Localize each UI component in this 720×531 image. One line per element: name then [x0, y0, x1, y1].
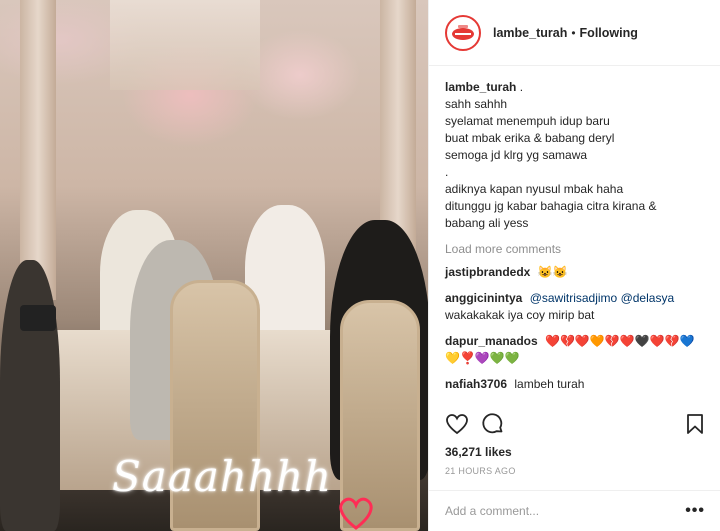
caption-line: sahh sahhh — [445, 97, 508, 111]
caption-username: lambe_turah . — [445, 80, 704, 94]
post-panel: lambe_turah • Following lambe_turah . sa… — [428, 0, 720, 531]
heart-sticker-icon — [339, 497, 373, 530]
comment-icon[interactable] — [481, 412, 505, 436]
avatar[interactable] — [445, 14, 481, 51]
header-username[interactable]: lambe_turah — [493, 26, 567, 40]
post-media[interactable]: Saaahhhh — [0, 0, 428, 531]
comments-list: lambe_turah . sahh sahhh syelamat menemp… — [429, 66, 720, 396]
comment-username[interactable]: jastipbrandedx — [445, 265, 530, 279]
comment-text: wakakakak iya coy mirip bat — [445, 308, 595, 322]
overlay-text: Saaahhhh — [112, 452, 333, 501]
comment-username[interactable]: dapur_manados — [445, 334, 538, 348]
caption-line: babang ali yess — [445, 216, 529, 230]
caption-line: syelamat menempuh idup baru — [445, 114, 610, 128]
comment-username[interactable]: anggicinintya — [445, 291, 522, 305]
caption-line: ditunggu jg kabar bahagia citra kirana & — [445, 199, 657, 213]
comment-item: dapur_manados ❤️💔❤️🧡💔❤️🖤❤️💔💙💛❣️💜💚💚 — [445, 333, 704, 367]
bookmark-icon[interactable] — [683, 412, 707, 436]
comment-text: 😺😺 — [537, 265, 568, 279]
action-bar — [445, 412, 707, 436]
mention-link[interactable]: @sawitrisadjimo — [530, 291, 618, 305]
caption-period: . — [519, 80, 524, 94]
likes-count[interactable]: 36,271 likes — [445, 445, 512, 459]
camera-figure — [20, 305, 56, 331]
comment-item: anggicinintya @sawitrisadjimo @delasya w… — [445, 290, 704, 324]
post-timestamp[interactable]: 21 HOURS AGO — [445, 466, 516, 476]
post-header: lambe_turah • Following — [429, 0, 720, 66]
following-button[interactable]: Following — [580, 26, 638, 40]
header-separator: • — [571, 25, 576, 40]
add-comment-bar: Add a comment... ••• — [429, 490, 720, 531]
lips-logo-icon — [452, 24, 474, 40]
comment-username[interactable]: nafiah3706 — [445, 377, 507, 391]
heart-icon[interactable] — [445, 412, 469, 436]
comment-input[interactable]: Add a comment... — [445, 504, 685, 518]
ceiling-decor — [110, 0, 260, 90]
more-options-button[interactable]: ••• — [685, 502, 705, 520]
caption-line: adiknya kapan nyusul mbak haha — [445, 182, 624, 196]
caption-line: . — [445, 165, 449, 179]
comment-item: nafiah3706 lambeh turah — [445, 376, 704, 393]
pillar-left — [20, 0, 56, 300]
caption-line: semoga jd klrg yg samawa — [445, 148, 588, 162]
comment-item: jastipbrandedx 😺😺 — [445, 264, 704, 281]
caption-username-link[interactable]: lambe_turah — [445, 80, 516, 94]
load-more-comments-link[interactable]: Load more comments — [445, 242, 704, 256]
caption-line: buat mbak erika & babang deryl — [445, 131, 615, 145]
comment-text: lambeh turah — [514, 377, 585, 391]
camera-person-figure — [0, 260, 60, 531]
mention-link[interactable]: @delasya — [621, 291, 675, 305]
